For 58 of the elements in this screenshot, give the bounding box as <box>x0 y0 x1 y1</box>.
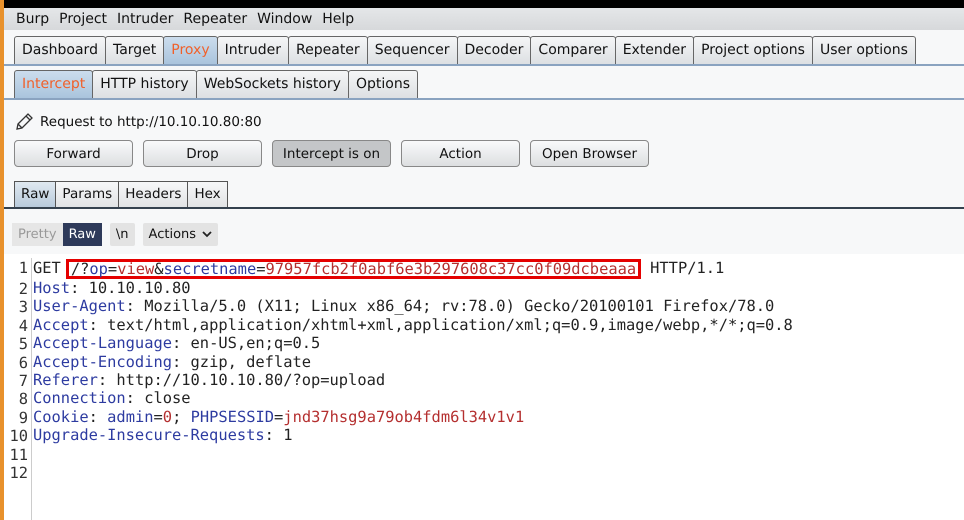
line-number: 5 <box>18 334 28 353</box>
line-number: 2 <box>18 279 28 298</box>
tab[interactable]: Raw <box>14 181 56 207</box>
tab[interactable]: Repeater <box>288 36 368 64</box>
code-line: Host: 10.10.10.80 <box>33 279 192 298</box>
toolbar-button[interactable]: Forward <box>14 140 133 167</box>
tab[interactable]: Params <box>55 181 120 207</box>
tab[interactable]: Dashboard <box>14 36 106 64</box>
tab[interactable]: Options <box>348 70 418 98</box>
menu-item[interactable]: Window <box>253 11 316 27</box>
chevron-icon <box>202 231 212 238</box>
tab[interactable]: User options <box>812 36 916 64</box>
tab[interactable]: Sequencer <box>366 36 458 64</box>
line-number: 6 <box>18 352 28 371</box>
code-line: Accept: text/html,application/xhtml+xml,application/xml;q=0.9,image/webp,*/*;q=0.8 <box>33 316 793 334</box>
line-number: 12 <box>8 462 28 482</box>
code-line: Referer: http://10.10.10.80/?op=upload <box>33 370 386 390</box>
line-number: 1 <box>18 258 28 279</box>
menu-item[interactable]: Burp <box>12 11 54 27</box>
menu-item[interactable]: Help <box>318 11 358 27</box>
menu-item[interactable]: Project <box>55 11 112 27</box>
line-number: 4 <box>18 316 28 334</box>
code-line: Connection: close <box>33 389 192 408</box>
highlighted-text: /?op=view&secretname=97957fcb2f0abf6e3b297608c37cc0f09dcbeaaa <box>66 258 642 278</box>
code-line: Cookie: admin=0; PHPSESSID=jnd37hsg9a79ob4fdm6l34v1v1 <box>33 408 526 426</box>
code-line: User-Agent: Mozilla/5.0 (X11; Linux x86_64; rv:78.0) Gecko/20100101 Firefox/78.0 <box>33 297 776 316</box>
tab[interactable]: Intruder <box>216 36 290 64</box>
tab[interactable]: HTTP history <box>92 70 197 98</box>
tab[interactable]: Target <box>104 36 164 64</box>
line-number: 10 <box>8 426 28 445</box>
tab[interactable]: Extender <box>614 36 694 64</box>
line-number: 11 <box>8 444 28 463</box>
line-number: 9 <box>18 408 28 426</box>
code-line: Accept-Encoding: gzip, deflate <box>33 352 312 371</box>
actions-button[interactable]: Actions <box>142 223 218 246</box>
code-text: GET <box>33 259 61 278</box>
toolbar-button[interactable]: Action <box>401 140 520 167</box>
menu-item[interactable]: Repeater <box>179 11 252 27</box>
code-line: Upgrade-Insecure-Requests: 1 <box>33 426 294 445</box>
tab[interactable]: Comparer <box>530 36 616 64</box>
newline-button[interactable]: \n <box>110 223 135 246</box>
pencil-icon <box>14 112 34 132</box>
code-line: Accept-Language: en-US,en;q=0.5 <box>33 334 322 353</box>
toolbar-button[interactable]: Intercept is on <box>272 140 391 167</box>
toolbar-button[interactable]: Drop <box>143 140 262 167</box>
tab[interactable]: Decoder <box>456 36 532 64</box>
request-label: Request to http://10.10.10.80:80 <box>40 114 262 130</box>
tab[interactable]: Headers <box>118 181 188 207</box>
tab[interactable]: WebSockets history <box>196 70 349 98</box>
toolbar-button[interactable]: Open Browser <box>530 140 649 167</box>
tab[interactable]: Project options <box>693 36 813 64</box>
mode-toggle[interactable]: Raw <box>62 223 102 246</box>
line-number: 3 <box>18 297 28 316</box>
line-number: 7 <box>18 370 28 390</box>
menu-item[interactable]: Intruder <box>113 11 178 27</box>
code-text: HTTP/1.1 <box>650 259 724 278</box>
tab[interactable]: Hex <box>187 181 228 207</box>
line-number: 8 <box>18 389 28 408</box>
